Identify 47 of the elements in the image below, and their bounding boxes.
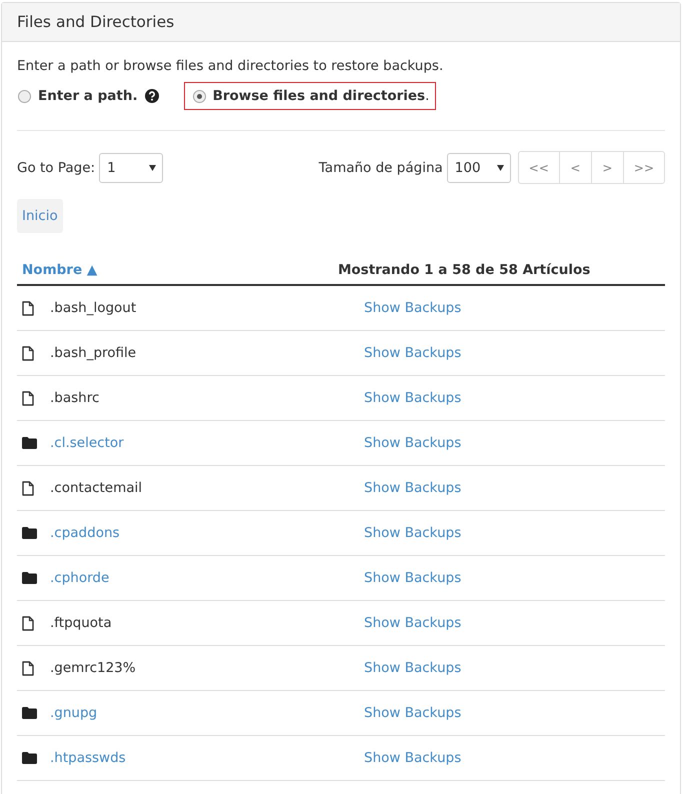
show-backups-link[interactable]: Show Backups (364, 660, 462, 676)
show-backups-link[interactable]: Show Backups (364, 525, 462, 541)
radio-button[interactable] (18, 90, 31, 102)
folder-link[interactable]: .htpasswds (50, 750, 126, 766)
pagination-button[interactable]: > (590, 151, 624, 184)
file-name: .ftpquota (50, 615, 112, 631)
page-size-label: Tamaño de página (318, 160, 443, 176)
caret-icon (149, 164, 156, 170)
file-name: .contactemail (50, 480, 142, 496)
folder-icon (22, 707, 37, 719)
show-backups-link[interactable]: Show Backups (364, 480, 462, 496)
show-backups-link[interactable]: Show Backups (364, 750, 462, 766)
radio-option[interactable]: Enter a path. (17, 82, 166, 110)
show-backups-link[interactable]: Show Backups (364, 435, 462, 451)
folder-icon (22, 572, 37, 584)
folder-link[interactable]: .cphorde (50, 570, 110, 586)
panel-title: Files and Directories (17, 13, 174, 31)
folder-icon (22, 437, 37, 449)
go-to-page-label: Go to Page: (17, 160, 96, 176)
caret-icon (496, 164, 504, 170)
folder-icon (22, 527, 37, 539)
pagination-button[interactable]: < (558, 151, 592, 184)
show-backups-link[interactable]: Show Backups (364, 345, 462, 361)
pagination-button[interactable]: << (518, 151, 560, 184)
column-header[interactable]: Nombre ▲ (17, 262, 333, 278)
file-name: .bashrc (50, 390, 100, 406)
show-backups-link[interactable]: Show Backups (364, 300, 462, 316)
radio-button[interactable] (192, 90, 206, 102)
instruction-text: Enter a path or browse files and directories to restore backups. (17, 58, 444, 74)
radio-option[interactable]: Browse files and directories. (184, 82, 436, 110)
breadcrumb-link[interactable]: Inicio (17, 199, 63, 233)
file-name: .gemrc123% (50, 660, 136, 676)
show-backups-link[interactable]: Show Backups (364, 390, 462, 406)
pagination-button[interactable]: >> (622, 151, 665, 184)
help-icon[interactable] (144, 89, 159, 103)
column-header: Mostrando 1 a 58 de 58 Artículos (336, 262, 592, 278)
folder-link[interactable]: .cl.selector (50, 435, 124, 451)
folder-link[interactable]: .cpaddons (50, 525, 120, 541)
show-backups-link[interactable]: Show Backups (364, 615, 462, 631)
file-name: .bash_logout (50, 300, 136, 316)
page-select[interactable]: 1 (99, 152, 164, 182)
file-name: .bash_profile (50, 345, 136, 361)
show-backups-link[interactable]: Show Backups (364, 570, 462, 586)
folder-link[interactable]: .gnupg (50, 705, 98, 721)
page-size-select[interactable]: 100 (446, 152, 511, 182)
show-backups-link[interactable]: Show Backups (364, 705, 462, 721)
folder-icon (22, 752, 37, 764)
